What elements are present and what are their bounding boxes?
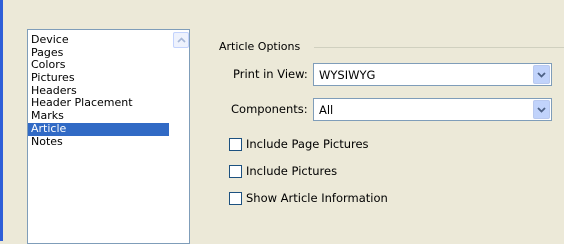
chevron-down-icon bbox=[537, 71, 546, 78]
list-scroll-up-button[interactable] bbox=[173, 32, 189, 48]
list-item-device[interactable]: Device bbox=[28, 33, 169, 47]
include-pictures-label[interactable]: Include Pictures bbox=[246, 165, 337, 178]
group-title: Article Options bbox=[219, 40, 305, 53]
chevron-down-icon bbox=[537, 106, 546, 113]
group-box-border bbox=[314, 47, 564, 48]
print-in-view-label: Print in View: bbox=[233, 67, 308, 81]
show-article-information-checkbox[interactable] bbox=[229, 192, 242, 205]
category-items: Device Pages Colors Pictures Headers Hea… bbox=[28, 33, 169, 149]
include-pictures-checkbox[interactable] bbox=[229, 165, 242, 178]
print-in-view-select[interactable]: WYSIWYG bbox=[313, 63, 552, 86]
window-accent-bar bbox=[0, 0, 3, 241]
list-item-marks[interactable]: Marks bbox=[28, 109, 169, 123]
print-in-view-dropdown-button[interactable] bbox=[533, 65, 550, 84]
components-dropdown-button[interactable] bbox=[533, 100, 550, 119]
include-page-pictures-label[interactable]: Include Page Pictures bbox=[246, 138, 369, 151]
list-item-notes[interactable]: Notes bbox=[28, 135, 169, 149]
category-list[interactable]: Device Pages Colors Pictures Headers Hea… bbox=[27, 29, 190, 244]
include-page-pictures-checkbox[interactable] bbox=[229, 138, 242, 151]
print-in-view-value: WYSIWYG bbox=[319, 68, 376, 82]
components-label: Components: bbox=[231, 102, 308, 116]
show-article-information-label[interactable]: Show Article Information bbox=[246, 192, 388, 205]
list-item-article[interactable]: Article bbox=[28, 122, 169, 136]
list-item-pictures[interactable]: Pictures bbox=[28, 71, 169, 85]
chevron-up-icon bbox=[176, 37, 186, 43]
components-value: All bbox=[319, 103, 334, 117]
components-select[interactable]: All bbox=[313, 98, 552, 121]
